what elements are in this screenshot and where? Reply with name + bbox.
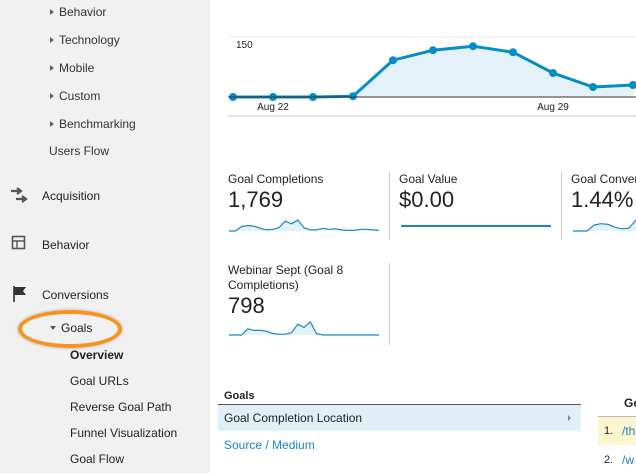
right-table-header: Go bbox=[624, 396, 636, 410]
sparkline-area bbox=[229, 322, 379, 335]
nav-reverse-goal-path[interactable]: Reverse Goal Path bbox=[70, 400, 171, 414]
arrow-right-icon bbox=[568, 415, 571, 421]
goals-table-header: Goals bbox=[224, 390, 255, 402]
row-label: Goal Completion Location bbox=[224, 411, 363, 425]
nav-funnel-visualization[interactable]: Funnel Visualization bbox=[70, 426, 177, 440]
row-number: 1. bbox=[604, 425, 614, 437]
sparklines bbox=[229, 219, 636, 336]
nav-goal-flow[interactable]: Goal Flow bbox=[70, 452, 124, 466]
sparkline-area bbox=[573, 220, 636, 231]
goals-row-source-medium[interactable]: Source / Medium bbox=[224, 438, 315, 452]
nav-goals-overview[interactable]: Overview bbox=[70, 348, 123, 362]
nav-goal-urls[interactable]: Goal URLs bbox=[70, 374, 129, 388]
row-link[interactable]: /th bbox=[622, 424, 635, 438]
goals-row-selected[interactable]: Goal Completion Location bbox=[218, 405, 581, 431]
right-table-row[interactable]: 1. /th bbox=[598, 417, 636, 445]
row-link[interactable]: /w bbox=[622, 453, 634, 467]
row-number: 2. bbox=[604, 454, 614, 466]
right-table-row[interactable]: 2. /w bbox=[598, 446, 636, 474]
